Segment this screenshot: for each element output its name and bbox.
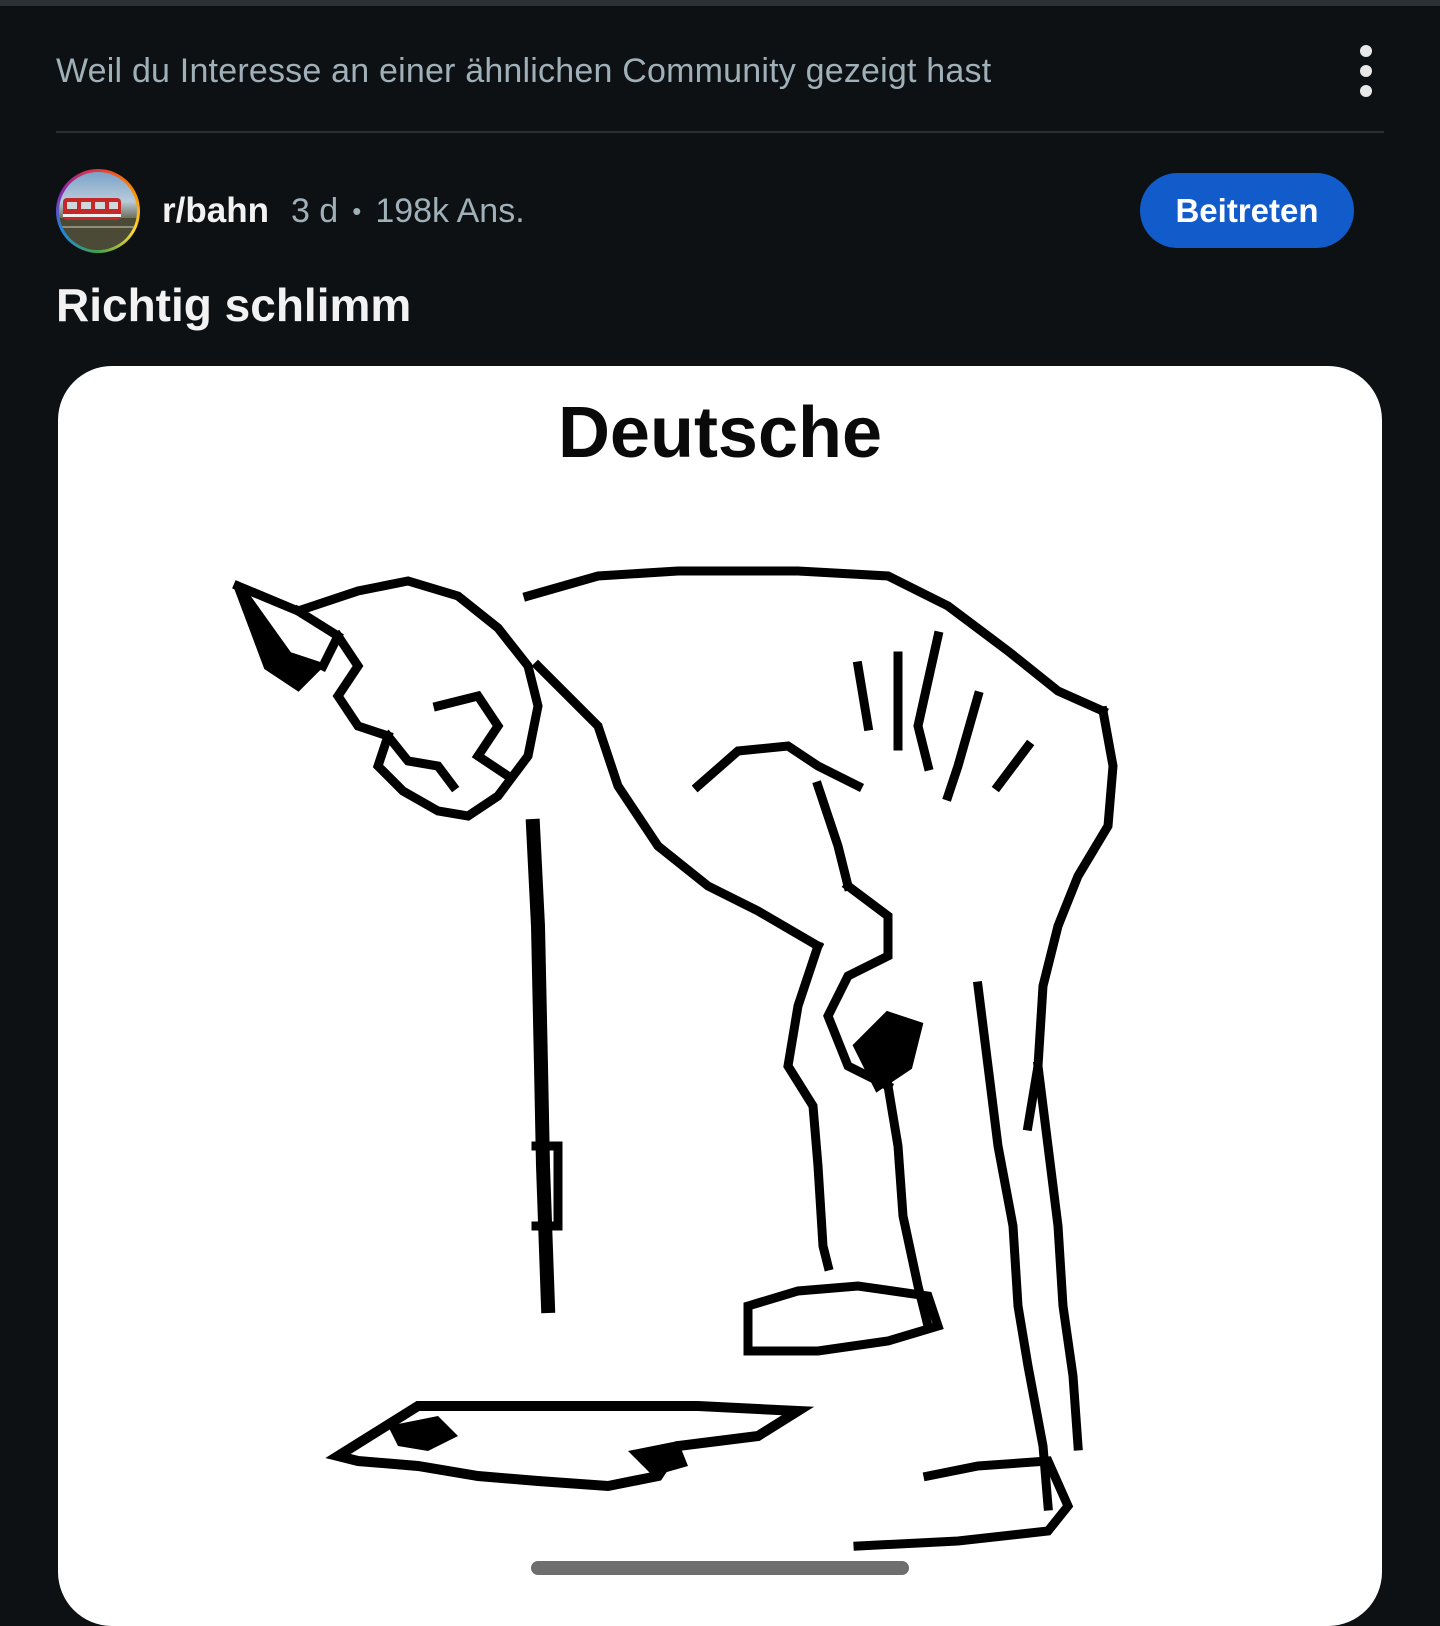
home-indicator[interactable] xyxy=(531,1561,909,1575)
view-count: 198k Ans. xyxy=(375,191,525,230)
join-button[interactable]: Beitreten xyxy=(1140,173,1354,248)
top-edge xyxy=(0,0,1440,6)
feed-reason-row: Weil du Interesse an einer ähnlichen Com… xyxy=(56,40,1386,102)
feed-reason-text: Weil du Interesse an einer ähnlichen Com… xyxy=(56,51,992,90)
subreddit-avatar[interactable] xyxy=(56,169,140,253)
post-title[interactable]: Richtig schlimm xyxy=(56,278,411,332)
meta-separator: • xyxy=(352,195,362,226)
more-vertical-icon[interactable] xyxy=(1346,40,1386,102)
bent-over-man-drawing xyxy=(232,566,1118,1551)
post-age: 3 d xyxy=(290,191,339,230)
train-avatar-image xyxy=(59,172,137,250)
divider xyxy=(56,131,1384,133)
subreddit-name[interactable]: r/bahn xyxy=(162,191,269,231)
post-image[interactable]: Deutsche xyxy=(58,366,1382,1626)
